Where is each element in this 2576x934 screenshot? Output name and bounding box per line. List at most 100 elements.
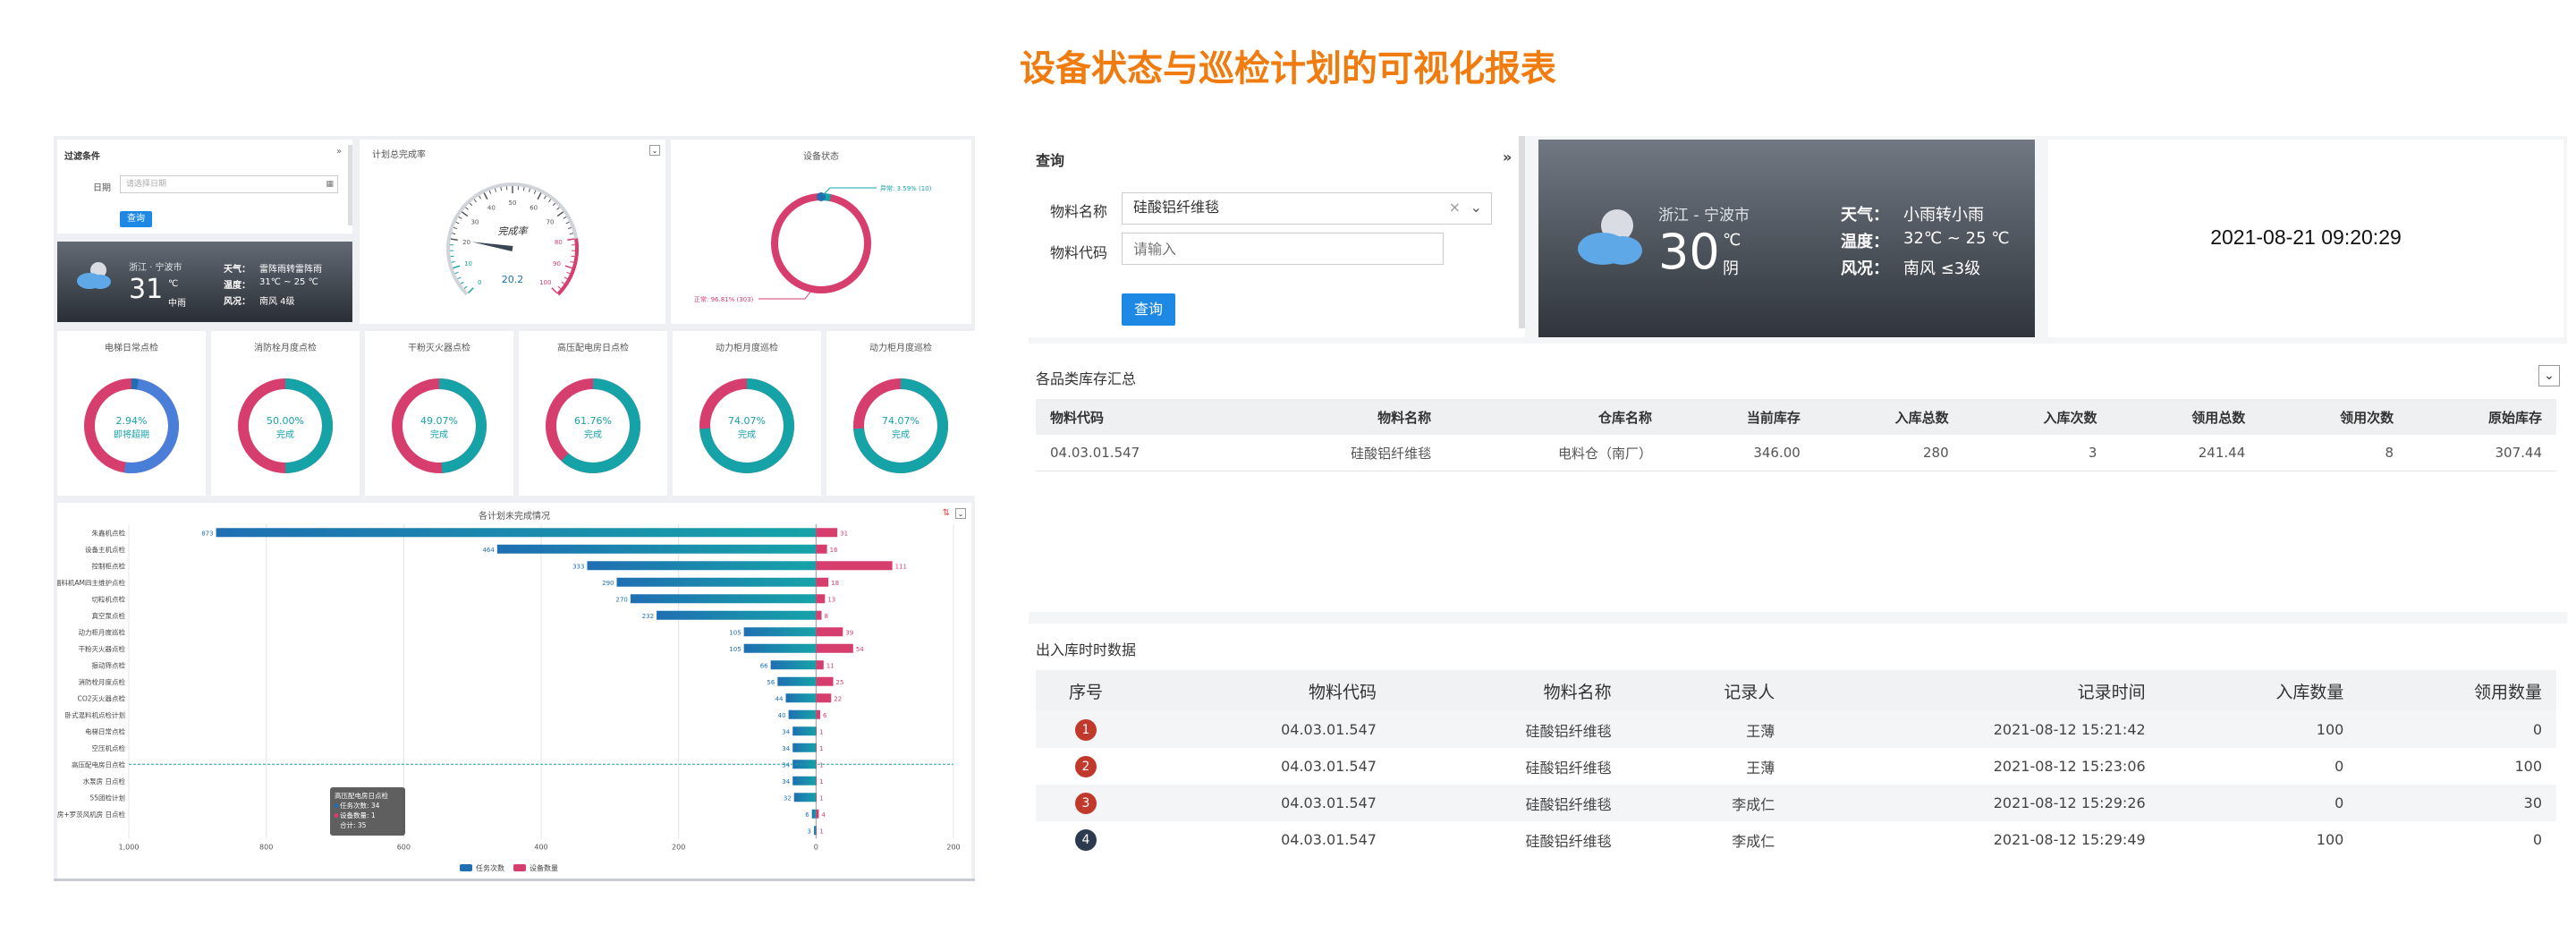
realtime-column-header[interactable]: 记录人 [1625, 670, 1790, 711]
device-bar[interactable] [816, 760, 818, 769]
inventory-column-header[interactable]: 原始库存 [2408, 399, 2556, 435]
task-bar[interactable] [657, 610, 817, 620]
realtime-column-header[interactable]: 序号 [1036, 670, 1136, 711]
realtime-column-header[interactable]: 领用数量 [2358, 670, 2556, 711]
task-bar[interactable] [788, 709, 817, 719]
wind-label: 风况： [1841, 259, 1889, 278]
gauge-tick-label: 20 [462, 239, 470, 246]
task-bar[interactable] [743, 627, 817, 637]
inventory-column-header[interactable]: 领用次数 [2259, 399, 2409, 435]
legend-task[interactable]: 任务次数 [476, 863, 504, 872]
inventory-column-header[interactable]: 领用总数 [2111, 399, 2260, 435]
device-bar[interactable] [816, 793, 818, 802]
task-bar[interactable] [770, 660, 817, 670]
device-bar[interactable] [816, 627, 843, 637]
device-bar[interactable] [816, 743, 818, 752]
task-bar[interactable] [792, 776, 817, 785]
completion-gauge-card: 计划总完成率 ⌄ 0 10 20 30 40 50 60 70 80 90 100 完成率 20.2 [360, 140, 665, 324]
realtime-column-header[interactable]: 记录时间 [1789, 670, 2160, 711]
task-bar[interactable] [616, 577, 817, 587]
chart-legend[interactable]: 任务次数 设备数量 [460, 863, 558, 872]
task-bar[interactable] [587, 561, 817, 571]
device-bar[interactable] [816, 528, 838, 538]
device-bar[interactable] [816, 577, 829, 587]
collapse-icon[interactable]: » [336, 147, 342, 157]
task-bar[interactable] [216, 528, 817, 538]
device-bar[interactable] [816, 709, 820, 719]
table-cell: 李成仁 [1625, 785, 1790, 821]
temp-value: 32℃ ~ 25 ℃ [1903, 229, 2010, 248]
inventory-column-header[interactable]: 仓库名称 [1445, 399, 1667, 435]
device-bar[interactable] [816, 809, 819, 819]
ring-status: 完成 [276, 429, 294, 440]
task-bar[interactable] [792, 743, 817, 752]
device-bar[interactable] [816, 610, 822, 620]
realtime-column-header[interactable]: 物料代码 [1136, 670, 1391, 711]
device-bar[interactable] [816, 660, 824, 670]
chevron-down-icon[interactable]: ⌄ [1470, 193, 1482, 222]
device-bar[interactable] [816, 693, 832, 703]
task-bar[interactable] [630, 594, 817, 604]
table-row[interactable]: 1 04.03.01.547 硅酸铝纤维毯 王薄 2021-08-12 15:21:42… [1036, 711, 2556, 748]
device-bar[interactable] [816, 561, 893, 571]
inventory-column-header[interactable]: 物料名称 [1249, 399, 1446, 435]
x-tick-label: 800 [259, 844, 273, 852]
device-value-label: 1 [819, 778, 823, 785]
device-bar[interactable] [816, 594, 826, 604]
device-bar[interactable] [816, 643, 853, 653]
realtime-column-header[interactable]: 入库数量 [2159, 670, 2359, 711]
task-value-label: 56 [767, 679, 775, 686]
weather-city: 浙江 - 宁波市 [1658, 207, 1750, 225]
task-bar[interactable] [814, 826, 817, 836]
material-code-input[interactable] [1122, 233, 1444, 265]
device-bar[interactable] [816, 776, 818, 785]
scrollbar[interactable] [1519, 136, 1525, 328]
table-row[interactable]: 3 04.03.01.547 硅酸铝纤维毯 李成仁 2021-08-12 15:29:2… [1036, 785, 2556, 821]
inventory-dropdown-icon[interactable]: ⌄ [2538, 365, 2560, 386]
date-input[interactable]: 请选择日期 ▦ [120, 175, 338, 193]
weather-label: 天气： [224, 265, 250, 275]
task-bar[interactable] [793, 793, 817, 802]
query-button[interactable]: 查询 [1122, 293, 1175, 326]
table-cell: 3 [1962, 435, 2112, 471]
task-bar[interactable] [792, 726, 817, 736]
table-cell: 李成仁 [1732, 832, 1775, 850]
table-row[interactable]: 04.03.01.547 硅酸铝纤维毯 电料仓（南厂） 346.00 280 3 241.4… [1036, 435, 2556, 471]
task-bar[interactable] [496, 544, 817, 554]
material-name-select[interactable]: 硅酸铝纤维毯 × ⌄ [1122, 192, 1492, 225]
legend-device[interactable]: 设备数量 [530, 863, 558, 872]
clock-panel: 2021-08-21 09:20:29 [2048, 140, 2563, 337]
calendar-icon[interactable]: ▦ [326, 176, 334, 192]
date-label: 日期 [93, 183, 111, 193]
completion-ring: 61.76% 完成 [546, 378, 640, 473]
inventory-column-header[interactable]: 物料代码 [1036, 399, 1250, 435]
task-bar[interactable] [785, 693, 817, 703]
collapse-icon[interactable]: » [1503, 149, 1512, 166]
ring-card: 高压配电房日点检 61.76% 完成 [519, 331, 667, 496]
task-bar[interactable] [811, 809, 817, 819]
task-bar[interactable] [777, 676, 817, 686]
task-bar[interactable] [743, 643, 817, 653]
realtime-column-header[interactable]: 物料名称 [1390, 670, 1626, 711]
table-row[interactable]: 4 04.03.01.547 硅酸铝纤维毯 李成仁 2021-08-12 15:29:4… [1036, 821, 2556, 858]
device-value-label: 1 [819, 794, 823, 802]
scrollbar[interactable] [348, 145, 352, 225]
filter-query-button[interactable]: 查询 [120, 211, 152, 227]
gauge-tick-label: 10 [464, 260, 472, 267]
category-label: 设备主机点检 [85, 545, 125, 554]
table-row[interactable]: 2 04.03.01.547 硅酸铝纤维毯 王薄 2021-08-12 15:23:06… [1036, 748, 2556, 785]
inventory-column-header[interactable]: 当前库存 [1666, 399, 1815, 435]
device-bar[interactable] [816, 826, 818, 836]
device-bar[interactable] [816, 726, 818, 736]
query-panel: 查询 » 物料名称 硅酸铝纤维毯 × ⌄ 物料代码 查询 [1029, 136, 1525, 337]
completion-ring: 74.07% 完成 [699, 378, 794, 473]
dropdown-icon[interactable]: ⌄ [649, 145, 660, 156]
device-bar[interactable] [816, 544, 827, 554]
gauge-needle [471, 242, 513, 251]
normal-arc [771, 193, 871, 293]
clear-icon[interactable]: × [1449, 193, 1461, 222]
inventory-column-header[interactable]: 入库总数 [1814, 399, 1963, 435]
device-bar[interactable] [816, 676, 834, 686]
inventory-column-header[interactable]: 入库次数 [1962, 399, 2112, 435]
category-label: 水泵房 日点检 [83, 777, 126, 785]
